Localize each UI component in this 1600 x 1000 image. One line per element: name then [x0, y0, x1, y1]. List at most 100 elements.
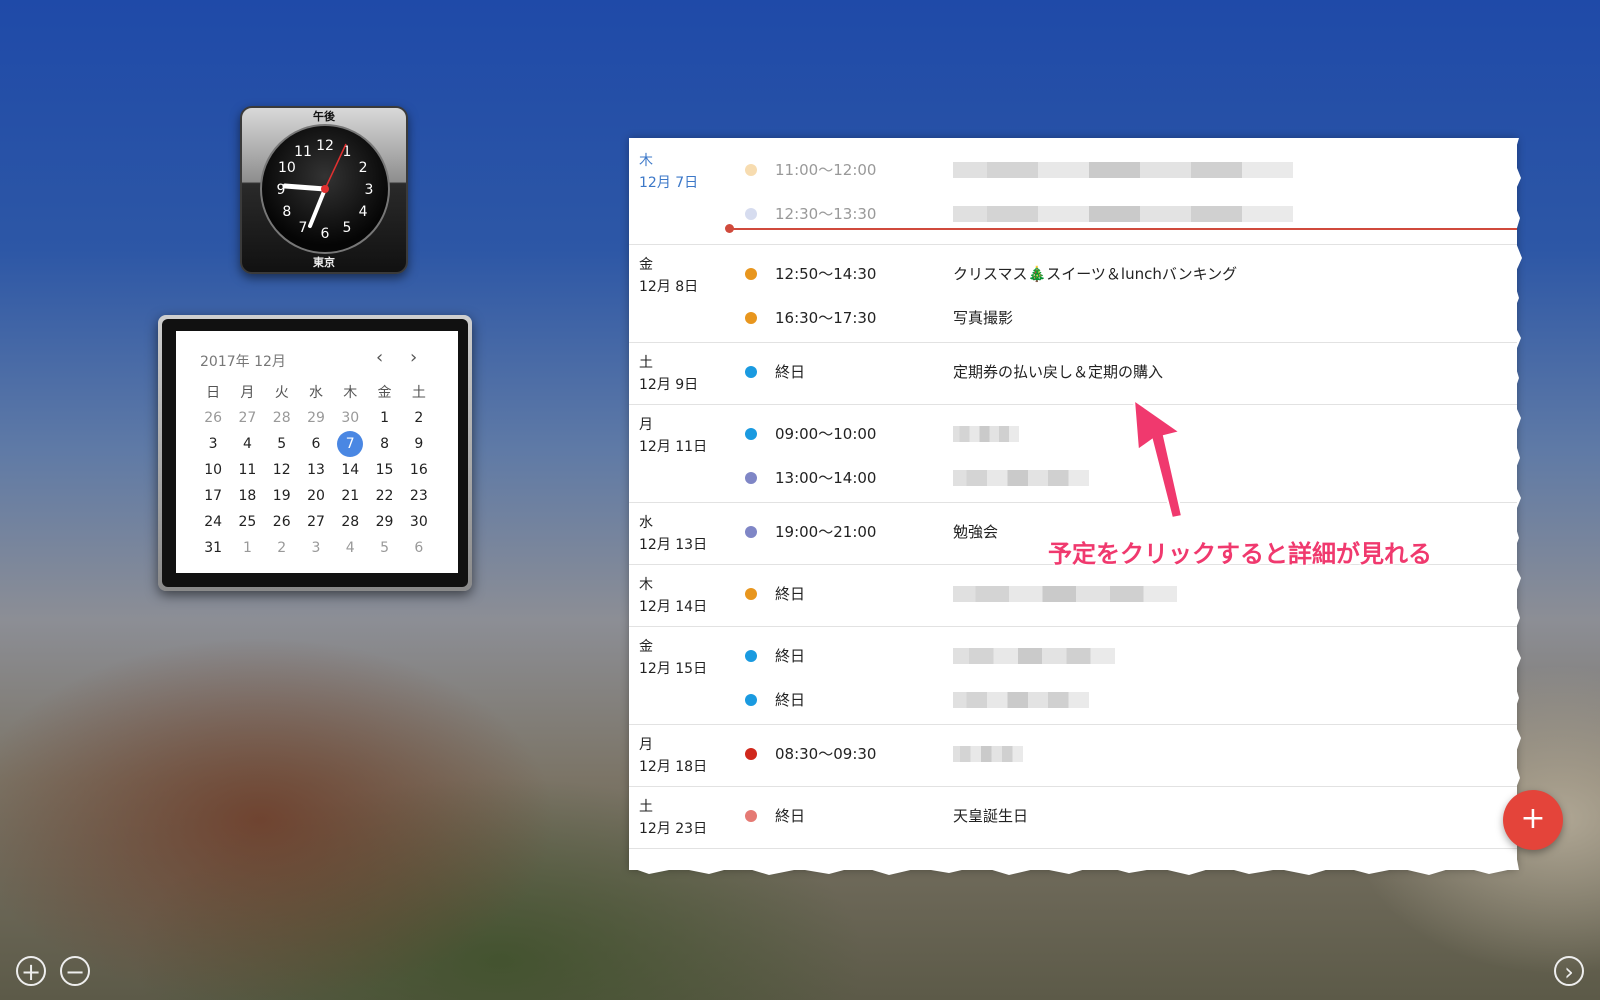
event-time: 終日 [775, 691, 806, 709]
calendar-day-number: 20 [307, 488, 325, 504]
clock-widget[interactable]: 午後 12 1 2 3 4 5 6 7 8 9 10 11 東京 [240, 106, 408, 274]
calendar-day[interactable]: 2 [265, 540, 299, 556]
calendar-day[interactable]: 20 [299, 488, 333, 504]
event-color-dot [745, 472, 757, 484]
calendar-day[interactable]: 12 [265, 462, 299, 478]
calendar-day[interactable]: 3 [196, 436, 230, 452]
calendar-week-row: 3 4 5 678 9 [196, 431, 436, 457]
calendar-day[interactable]: 8 [367, 436, 401, 452]
calendar-day[interactable]: 26 [196, 410, 230, 426]
calendar-day[interactable]: 6 [299, 436, 333, 452]
calendar-weekday-label: 火 [274, 385, 289, 401]
event-color-dot [745, 268, 757, 280]
event-time: 19:00〜21:00 [775, 523, 877, 541]
calendar-day[interactable]: 29 [299, 410, 333, 426]
calendar-frame: 2017年 12月 ‹ › 日月火水木金土 26 27 28 29 30 1 2 3 4 5 6 7 8 9… [162, 319, 468, 587]
calendar-day[interactable]: 26 [265, 514, 299, 530]
calendar-day[interactable]: 25 [230, 514, 264, 530]
calendar-day-number: 10 [204, 462, 223, 478]
calendar-day[interactable]: 10 [196, 462, 230, 478]
calendar-week-row: 26 27 28 29 30 1 2 [196, 405, 436, 431]
calendar-day[interactable]: 5 [367, 540, 401, 556]
event-item[interactable]: 終日 [629, 570, 1517, 614]
event-item[interactable]: 12:30〜13:30 [629, 190, 1517, 234]
clock-number: 2 [359, 160, 368, 176]
calendar-day[interactable]: 30 [402, 514, 436, 530]
remove-widget-button[interactable]: − [60, 956, 90, 986]
event-color-dot [745, 164, 757, 176]
calendar-day[interactable]: 6 [402, 540, 436, 556]
calendar-day[interactable]: 15 [367, 462, 401, 478]
calendar-day[interactable]: 28 [333, 514, 367, 530]
calendar-day[interactable]: 11 [230, 462, 264, 478]
calendar-day[interactable]: 4 [230, 436, 264, 452]
calendar-day-number: 5 [380, 540, 389, 556]
calendar-day-number: 6 [414, 540, 424, 556]
calendar-day-number: 26 [204, 410, 223, 426]
event-item[interactable]: 終日 [629, 676, 1517, 720]
calendar-day[interactable]: 22 [367, 488, 401, 504]
event-color-dot [745, 428, 757, 440]
calendar-day[interactable]: 21 [333, 488, 367, 504]
calendar-day-number: 5 [277, 436, 287, 452]
event-title: 天皇誕生日 [953, 807, 1029, 825]
event-item[interactable]: 終日 [629, 632, 1517, 676]
torn-edge-bottom [629, 860, 1517, 875]
event-time: 12:50〜14:30 [775, 265, 877, 283]
calendar-day[interactable]: 19 [265, 488, 299, 504]
calendar-weekday-label: 土 [411, 385, 426, 401]
calendar-next-button[interactable]: › [410, 347, 417, 368]
calendar-day[interactable]: 5 [265, 436, 299, 452]
event-color-dot [745, 810, 757, 822]
calendar-day[interactable]: 9 [402, 436, 436, 452]
calendar-prev-button[interactable]: ‹ [376, 347, 383, 368]
calendar-day[interactable]: 17 [196, 488, 230, 504]
calendar-day-today[interactable]: 7 [333, 431, 367, 457]
calendar-day[interactable]: 29 [367, 514, 401, 530]
calendar-day[interactable]: 18 [230, 488, 264, 504]
calendar-day[interactable]: 14 [333, 462, 367, 478]
event-color-dot [745, 366, 757, 378]
event-color-dot [745, 748, 757, 760]
event-item[interactable]: 終日 定期券の払い戻し＆定期の購入 [629, 348, 1517, 392]
calendar-paper: 2017年 12月 ‹ › 日月火水木金土 26 27 28 29 30 1 2 3 4 5 6 7 8 9… [176, 331, 458, 573]
calendar-day[interactable]: 1 [230, 540, 264, 556]
event-item[interactable]: 11:00〜12:00 [629, 146, 1517, 190]
calendar-day[interactable]: 27 [299, 514, 333, 530]
add-event-button[interactable]: + [1503, 790, 1563, 850]
event-color-dot [745, 526, 757, 538]
calendar-day[interactable]: 23 [402, 488, 436, 504]
calendar-day[interactable]: 30 [333, 410, 367, 426]
calendar-day[interactable]: 27 [230, 410, 264, 426]
calendar-day[interactable]: 16 [402, 462, 436, 478]
event-item[interactable]: 13:00〜14:00 [629, 454, 1517, 498]
event-item[interactable]: 08:30〜09:30 [629, 730, 1517, 774]
event-item[interactable]: 終日 天皇誕生日 [629, 792, 1517, 836]
calendar-day[interactable]: 13 [299, 462, 333, 478]
calendar-day[interactable]: 31 [196, 540, 230, 556]
calendar-day-number: 29 [307, 410, 325, 426]
calendar-day-number: 21 [341, 488, 360, 504]
calendar-day-number: 11 [238, 462, 257, 478]
calendar-day[interactable]: 3 [299, 540, 333, 556]
event-time: 終日 [775, 363, 806, 381]
calendar-day-number: 23 [409, 488, 428, 504]
clock-number: 6 [321, 226, 330, 242]
calendar-day[interactable]: 1 [367, 410, 401, 426]
add-widget-button[interactable]: + [16, 956, 46, 986]
next-page-button[interactable]: › [1554, 956, 1584, 986]
calendar-day[interactable]: 4 [333, 540, 367, 556]
event-time: 12:30〜13:30 [775, 205, 877, 223]
calendar-day-number: 28 [341, 514, 360, 530]
calendar-day[interactable]: 2 [402, 410, 436, 426]
event-item[interactable]: 16:30〜17:30 写真撮影 [629, 294, 1517, 338]
clock-minute-hand [308, 187, 327, 228]
event-time: 09:00〜10:00 [775, 425, 877, 443]
calendar-day[interactable]: 28 [265, 410, 299, 426]
calendar-widget[interactable]: 2017年 12月 ‹ › 日月火水木金土 26 27 28 29 30 1 2 3 4 5 6 7 8 9… [158, 315, 472, 591]
calendar-weekday-label: 水 [308, 385, 323, 401]
event-item[interactable]: 09:00〜10:00 [629, 410, 1517, 454]
clock-number: 8 [282, 204, 291, 220]
calendar-day[interactable]: 24 [196, 514, 230, 530]
event-item[interactable]: 12:50〜14:30 クリスマス🎄スイーツ＆lunchバンキング [629, 250, 1517, 294]
